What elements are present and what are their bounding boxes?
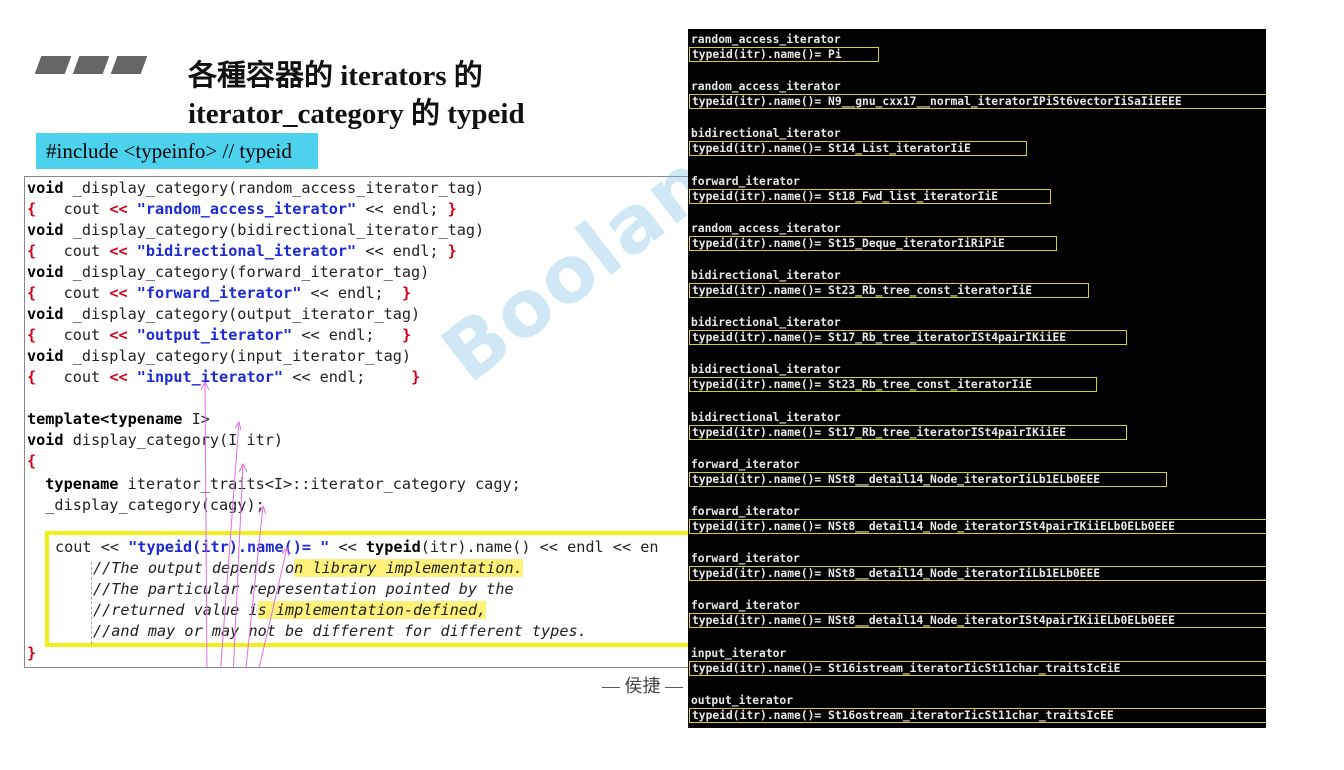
terminal-typeid-line: typeid(itr).name()= N9__gnu_cxx17__norma… [689,94,1266,110]
code-line: cout << "typeid(itr).name()= " << typeid… [55,538,659,556]
terminal-category-line: bidirectional_iterator [691,316,841,330]
code-line: void _display_category(forward_iterator_… [27,263,430,281]
terminal-category-line: bidirectional_iterator [691,410,841,424]
code-line: } [27,644,37,662]
decoration-bar [72,56,110,74]
terminal-typeid-line: typeid(itr).name()= St17_Rb_tree_iterato… [689,330,1127,346]
slide-title-line1: 各種容器的 iterators 的 [188,60,483,92]
terminal-typeid-line: typeid(itr).name()= NSt8__detail14_Node_… [689,471,1167,487]
terminal-category-line: bidirectional_iterator [691,269,841,282]
terminal-typeid-line: typeid(itr).name()= St14_List_iteratorIi… [689,141,1027,157]
title-decoration [34,56,148,74]
terminal-typeid-line: typeid(itr).name()= St17_Rb_tree_iterato… [689,424,1127,440]
code-line: { [27,452,37,470]
code-line: void _display_category(input_iterator_ta… [27,347,412,365]
code-line: { cout << "bidirectional_iterator" << en… [27,242,457,260]
terminal-typeid-line: typeid(itr).name()= St23_Rb_tree_const_i… [689,377,1097,393]
terminal-category-line: forward_iterator [691,505,800,518]
terminal-typeid-line: typeid(itr).name()= St15_Deque_iteratorI… [689,235,1057,251]
decoration-bar [110,56,148,74]
decoration-bar [34,56,72,74]
terminal-category-line: forward_iterator [691,457,800,471]
terminal-typeid-line: typeid(itr).name()= NSt8__detail14_Node_… [689,613,1266,629]
dispatch-arrows [200,382,290,667]
terminal-category-line: forward_iterator [691,599,800,613]
terminal-category-line: input_iterator [691,646,787,660]
terminal-typeid-line: typeid(itr).name()= St16istream_iterator… [689,660,1266,676]
terminal-category-line: random_access_iterator [691,80,841,94]
code-line: { cout << "random_access_iterator" << en… [27,200,457,218]
slide-title-line2: iterator_category 的 typeid [188,98,525,130]
terminal-typeid-line: typeid(itr).name()= Pi [689,47,879,62]
terminal-typeid-line: typeid(itr).name()= St23_Rb_tree_const_i… [689,283,1089,298]
code-listing: void _display_category(random_access_ite… [24,176,689,668]
terminal-typeid-line: typeid(itr).name()= NSt8__detail14_Node_… [689,566,1266,582]
terminal-category-line: random_access_iterator [691,33,841,46]
terminal-category-line: bidirectional_iterator [691,363,841,377]
include-banner: #include <typeinfo> // typeid [36,133,318,169]
terminal-category-line: forward_iterator [691,552,800,566]
terminal-typeid-line: typeid(itr).name()= NSt8__detail14_Node_… [689,519,1266,534]
terminal-category-line: forward_iterator [691,174,800,188]
terminal-output: random_access_iterator typeid(itr).name()… [688,29,1266,728]
code-line: { cout << "output_iterator" << endl; } [27,326,412,344]
terminal-category-line: random_access_iterator [691,221,841,235]
slide-footer: — 侯捷 — [602,676,683,696]
terminal-category-line: bidirectional_iterator [691,127,841,141]
code-line: void _display_category(output_iterator_t… [27,305,421,323]
code-line: { cout << "forward_iterator" << endl; } [27,284,412,302]
terminal-category-line: output_iterator [691,693,794,707]
code-line: void _display_category(bidirectional_ite… [27,221,485,239]
terminal-typeid-line: typeid(itr).name()= St16ostream_iterator… [689,707,1266,723]
code-line: void _display_category(random_access_ite… [27,179,485,197]
code-comment: //and may or may not be different for di… [93,622,587,640]
terminal-typeid-line: typeid(itr).name()= St18_Fwd_list_iterat… [689,188,1051,204]
